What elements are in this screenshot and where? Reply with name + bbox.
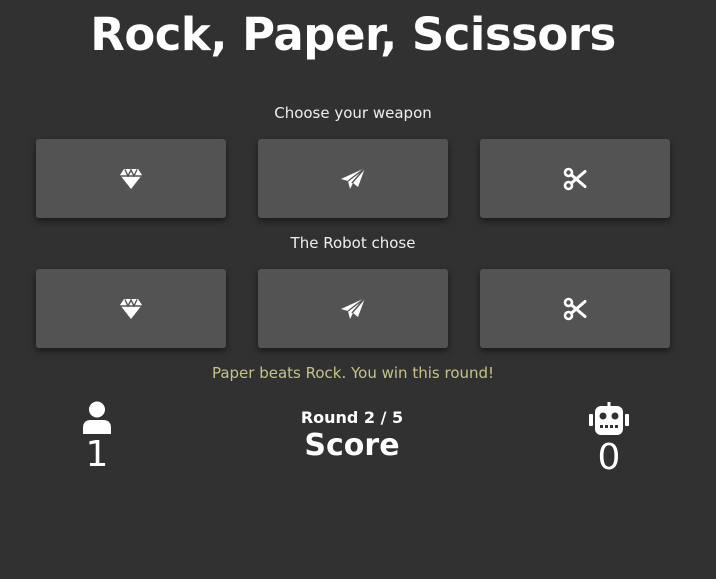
paper-plane-icon (341, 166, 366, 189)
page-title: Rock, Paper, Scissors (90, 8, 616, 61)
round-result-message: Paper beats Rock. You win this round! (211, 364, 495, 382)
robot-rock-button (36, 269, 226, 348)
player-paper-button[interactable] (258, 139, 448, 218)
gem-icon (120, 297, 142, 319)
robot-icon (589, 402, 629, 435)
robot-prompt: The Robot chose (290, 234, 416, 252)
user-icon (83, 401, 111, 434)
player-score-panel: 1 (67, 401, 127, 473)
robot-paper-button (258, 269, 448, 348)
gem-icon (120, 167, 142, 189)
player-rock-button[interactable] (36, 139, 226, 218)
scissors-icon (563, 297, 587, 320)
score-panel: Round 2 / 5 Score (252, 408, 452, 463)
robot-weapon-row (36, 269, 670, 348)
player-score: 1 (85, 434, 109, 475)
robot-score: 0 (597, 437, 621, 478)
paper-plane-icon (341, 296, 366, 319)
player-weapon-row (36, 139, 670, 218)
player-scissors-button[interactable] (480, 139, 670, 218)
robot-scissors-button (480, 269, 670, 348)
robot-score-panel: 0 (579, 402, 639, 476)
player-prompt: Choose your weapon (274, 104, 432, 122)
round-counter: Round 2 / 5 (300, 408, 404, 427)
score-heading: Score (304, 428, 400, 463)
scissors-icon (563, 167, 587, 190)
